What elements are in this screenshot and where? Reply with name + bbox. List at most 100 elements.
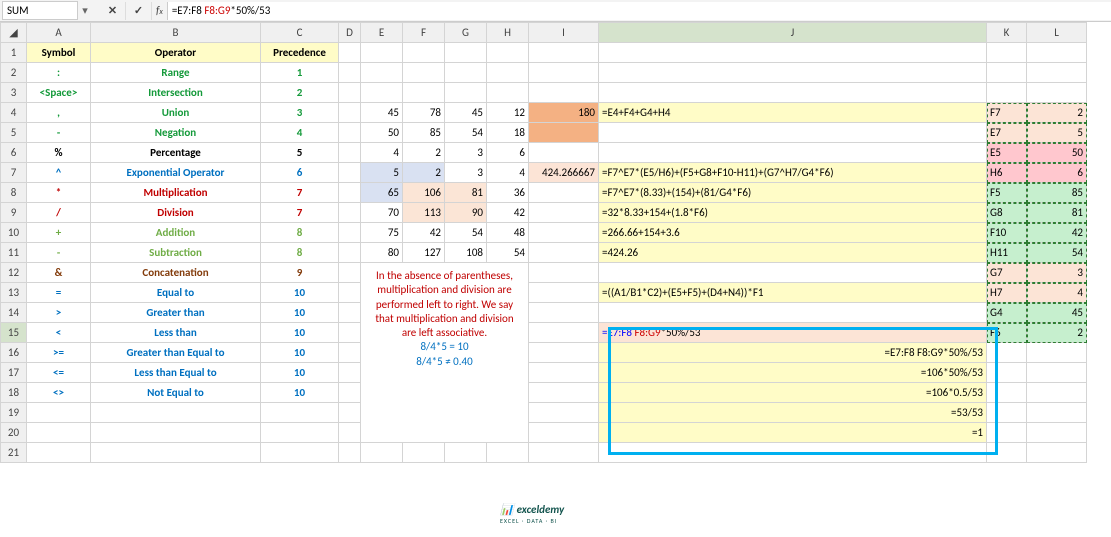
cell[interactable]: 106 (403, 183, 445, 203)
cell[interactable]: 12 (487, 103, 529, 123)
cell[interactable]: 4 (1027, 283, 1087, 303)
cell[interactable] (261, 403, 339, 423)
cell[interactable] (599, 63, 987, 83)
cell[interactable] (529, 203, 599, 223)
row-header[interactable]: 10 (1, 223, 27, 243)
cell[interactable]: * (27, 183, 91, 203)
cell[interactable] (339, 263, 361, 283)
cell[interactable]: 50 (361, 123, 403, 143)
cell[interactable]: 42 (1027, 223, 1087, 243)
cell[interactable] (339, 363, 361, 383)
cell[interactable]: 54 (445, 223, 487, 243)
cell[interactable] (987, 383, 1027, 403)
cell[interactable]: 108 (445, 243, 487, 263)
cell[interactable]: Range (91, 63, 261, 83)
cell[interactable]: 90 (445, 203, 487, 223)
cell[interactable]: 7 (261, 203, 339, 223)
cell[interactable] (403, 443, 445, 463)
cell[interactable]: Addition (91, 223, 261, 243)
row-header[interactable]: 6 (1, 143, 27, 163)
cell[interactable] (1027, 83, 1087, 103)
cell[interactable]: 113 (403, 203, 445, 223)
cell[interactable] (987, 63, 1027, 83)
cell[interactable] (529, 303, 599, 323)
cell[interactable]: H11 (987, 243, 1027, 263)
cell[interactable] (529, 43, 599, 63)
cell[interactable] (1027, 343, 1087, 363)
cell[interactable] (445, 443, 487, 463)
cell[interactable] (339, 343, 361, 363)
cell[interactable]: 65 (361, 183, 403, 203)
row-header[interactable]: 20 (1, 423, 27, 443)
cell[interactable] (987, 423, 1027, 443)
col-header[interactable]: C (261, 23, 339, 43)
cell[interactable] (529, 243, 599, 263)
cell[interactable]: =E7:F8 F8:G9*50%/53 (599, 343, 987, 363)
cell[interactable]: 2 (261, 83, 339, 103)
cell[interactable] (91, 423, 261, 443)
cell[interactable] (599, 443, 987, 463)
cell[interactable] (1027, 363, 1087, 383)
name-box[interactable] (2, 1, 78, 20)
cell[interactable]: =F7^E7*(8.33)+(154)+(81/G4*F6) (599, 183, 987, 203)
cell[interactable]: Less than Equal to (91, 363, 261, 383)
cell[interactable] (529, 343, 599, 363)
cell[interactable] (529, 83, 599, 103)
cell[interactable]: 85 (403, 123, 445, 143)
col-header[interactable]: F (403, 23, 445, 43)
cell[interactable]: - (27, 243, 91, 263)
cell[interactable]: Greater than Equal to (91, 343, 261, 363)
row-header[interactable]: 13 (1, 283, 27, 303)
cell[interactable] (339, 143, 361, 163)
cell[interactable] (987, 363, 1027, 383)
row-header[interactable]: 15 (1, 323, 27, 343)
cell[interactable] (27, 423, 91, 443)
cell[interactable] (599, 263, 987, 283)
cell[interactable]: 3 (1027, 263, 1087, 283)
cell[interactable]: 45 (445, 103, 487, 123)
cell[interactable]: Greater than (91, 303, 261, 323)
cell[interactable] (339, 323, 361, 343)
cell[interactable] (529, 383, 599, 403)
cell[interactable] (529, 423, 599, 443)
cell[interactable]: 75 (361, 223, 403, 243)
cancel-icon[interactable]: ✕ (100, 2, 126, 20)
cell[interactable]: 10 (261, 363, 339, 383)
col-header[interactable]: I (529, 23, 599, 43)
cell[interactable]: 4 (361, 143, 403, 163)
cell[interactable] (445, 83, 487, 103)
cell[interactable]: 9 (261, 263, 339, 283)
cell[interactable] (487, 83, 529, 103)
cell[interactable]: 5 (261, 143, 339, 163)
cell[interactable] (361, 43, 403, 63)
cell[interactable]: Equal to (91, 283, 261, 303)
cell[interactable]: Not Equal to (91, 383, 261, 403)
row-header[interactable]: 18 (1, 383, 27, 403)
cell[interactable]: Multiplication (91, 183, 261, 203)
cell[interactable]: G7 (987, 263, 1027, 283)
enter-icon[interactable]: ✓ (126, 2, 152, 20)
cell[interactable]: 81 (445, 183, 487, 203)
cell[interactable]: F6 (987, 323, 1027, 343)
cell[interactable] (599, 303, 987, 323)
cell[interactable] (1027, 443, 1087, 463)
row-header[interactable]: 1 (1, 43, 27, 63)
cell[interactable]: F7 (987, 103, 1027, 123)
cell[interactable]: F5 (987, 183, 1027, 203)
cell[interactable]: 10 (261, 283, 339, 303)
cell[interactable] (261, 443, 339, 463)
cell[interactable]: 54 (445, 123, 487, 143)
cell[interactable]: - (27, 123, 91, 143)
cell[interactable]: 4 (261, 123, 339, 143)
cell[interactable]: 4 (487, 163, 529, 183)
cell[interactable]: , (27, 103, 91, 123)
row-header[interactable]: 19 (1, 403, 27, 423)
row-header[interactable]: 2 (1, 63, 27, 83)
cell[interactable]: =1 (599, 423, 987, 443)
cell[interactable]: G8 (987, 203, 1027, 223)
cell[interactable] (361, 443, 403, 463)
col-header[interactable]: B (91, 23, 261, 43)
cell[interactable] (91, 403, 261, 423)
cell[interactable]: 127 (403, 243, 445, 263)
cell[interactable]: 45 (361, 103, 403, 123)
